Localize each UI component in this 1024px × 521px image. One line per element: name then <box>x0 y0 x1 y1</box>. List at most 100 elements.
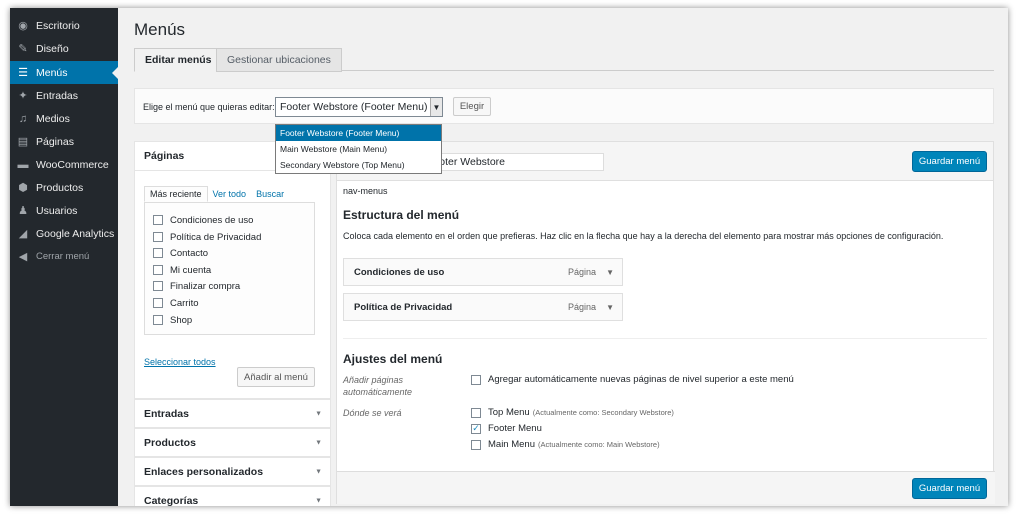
menu-item[interactable]: Política de Privacidad Página ▼ <box>343 293 623 321</box>
location-checkbox[interactable]: ✓ <box>471 423 481 434</box>
pages-tabs: Más reciente Ver todo Buscar <box>144 186 289 202</box>
list-item-label: Política de Privacidad <box>170 231 262 243</box>
menu-item-type: Página <box>567 267 596 277</box>
sidebar-item-medios[interactable]: ♫ Medios <box>10 107 118 130</box>
pin-icon: ✦ <box>18 90 28 102</box>
menu-footer: Guardar menú <box>337 471 995 504</box>
location-name: Footer Menu <box>488 423 542 434</box>
list-item[interactable]: Contacto <box>153 246 208 260</box>
collapse-menu-button[interactable]: ◀ Cerrar menú <box>10 245 118 268</box>
checkbox[interactable] <box>153 248 163 258</box>
brush-icon: ✎ <box>18 43 28 55</box>
list-item-label: Shop <box>170 314 193 326</box>
tab-bar: Editar menús Gestionar ubicaciones <box>134 46 994 72</box>
menu-select-value: Footer Webstore (Footer Menu) <box>280 101 428 113</box>
admin-sidebar: ◉ Escritorio ✎ Diseño ☰ Menús ✦ Entradas… <box>10 8 118 506</box>
location-footer-menu[interactable]: ✓ Footer Menu <box>471 423 542 434</box>
categorias-panel-header[interactable]: Categorías ▼ <box>134 486 331 506</box>
tab-mas-reciente[interactable]: Más reciente <box>144 186 208 202</box>
location-main-menu[interactable]: Main Menu (Actualmente como: Main Websto… <box>471 439 660 450</box>
panel-title: Categorías <box>144 494 199 507</box>
menu-name-input[interactable]: Footer Webstore <box>422 153 604 171</box>
collapse-menu-label: Cerrar menú <box>36 251 90 262</box>
list-item[interactable]: Política de Privacidad <box>153 230 261 244</box>
list-item[interactable]: Finalizar compra <box>153 279 240 293</box>
checkbox[interactable] <box>153 281 163 291</box>
structure-heading: Estructura del menú <box>343 208 460 222</box>
collapse-icon: ◀ <box>18 251 28 263</box>
location-checkbox[interactable] <box>471 439 481 450</box>
location-label: Dónde se verá <box>343 408 402 418</box>
sidebar-item-label: Entradas <box>36 89 79 102</box>
menu-item-type: Página <box>567 302 596 312</box>
add-to-menu-button[interactable]: Añadir al menú <box>237 367 315 387</box>
sidebar-item-usuarios[interactable]: ♟ Usuarios <box>10 199 118 222</box>
checkbox[interactable] <box>153 215 163 225</box>
menu-icon: ☰ <box>18 67 28 79</box>
sidebar-item-label: Usuarios <box>36 204 78 217</box>
sidebar-item-woocommerce[interactable]: ▬ WooCommerce <box>10 153 118 176</box>
structure-description: Coloca cada elemento en el orden que pre… <box>343 231 944 241</box>
auto-add-option[interactable]: Agregar automáticamente nuevas páginas d… <box>471 374 794 385</box>
location-top-menu[interactable]: Top Menu (Actualmente como: Secondary We… <box>471 407 674 418</box>
sidebar-item-escritorio[interactable]: ◉ Escritorio <box>10 14 118 37</box>
menu-structure-box: nav-menus Estructura del menú Coloca cad… <box>336 181 995 504</box>
sidebar-item-google-analytics[interactable]: ◢ Google Analytics <box>10 222 118 245</box>
sidebar-item-label: Páginas <box>36 135 74 148</box>
tab-buscar[interactable]: Buscar <box>251 186 289 202</box>
list-item[interactable]: Carrito <box>153 296 199 310</box>
sidebar-item-label: Google Analytics <box>36 227 115 240</box>
dropdown-option[interactable]: Secondary Webstore (Top Menu) <box>276 157 441 173</box>
sidebar-item-label: Diseño <box>36 42 69 55</box>
location-checkbox[interactable] <box>471 407 481 418</box>
sidebar-item-diseno[interactable]: ✎ Diseño <box>10 37 118 60</box>
enlaces-panel-header[interactable]: Enlaces personalizados ▼ <box>134 457 331 486</box>
auto-add-checkbox[interactable] <box>471 374 481 385</box>
select-all-link[interactable]: Seleccionar todos <box>144 357 216 367</box>
checkbox[interactable] <box>153 265 163 275</box>
checkbox[interactable] <box>153 298 163 308</box>
sidebar-item-entradas[interactable]: ✦ Entradas <box>10 84 118 107</box>
tab-gestionar-ubicaciones[interactable]: Gestionar ubicaciones <box>216 48 342 72</box>
add-items-column: Páginas Más reciente Ver todo Buscar Con… <box>134 141 331 506</box>
checkbox[interactable] <box>153 232 163 242</box>
productos-panel-header[interactable]: Productos ▼ <box>134 428 331 457</box>
menu-select-label: Elige el menú que quieras editar: <box>143 102 275 112</box>
list-item[interactable]: Mi cuenta <box>153 263 211 277</box>
nav-menus-id: nav-menus <box>343 186 388 196</box>
sidebar-item-productos[interactable]: ⬢ Productos <box>10 176 118 199</box>
chevron-down-icon[interactable]: ▼ <box>606 303 614 312</box>
save-menu-button-top[interactable]: Guardar menú <box>912 151 987 172</box>
checkbox[interactable] <box>153 315 163 325</box>
settings-heading: Ajustes del menú <box>343 352 443 366</box>
entradas-panel-header[interactable]: Entradas ▼ <box>134 399 331 428</box>
page-title: Menús <box>134 20 186 39</box>
sidebar-item-label: Productos <box>36 181 84 194</box>
menu-select-bar: Elige el menú que quieras editar: Footer… <box>134 88 994 124</box>
location-note: (Actualmente como: Main Webstore) <box>538 440 660 449</box>
sidebar-item-paginas[interactable]: ▤ Páginas <box>10 130 118 153</box>
location-name: Main Menu <box>488 439 535 450</box>
list-item[interactable]: Condiciones de uso <box>153 213 253 227</box>
chevron-down-icon: ▼ <box>315 410 322 417</box>
list-item[interactable]: Shop <box>153 313 192 327</box>
dropdown-option[interactable]: Main Webstore (Main Menu) <box>276 141 441 157</box>
dropdown-option[interactable]: Footer Webstore (Footer Menu) <box>276 125 441 141</box>
auto-add-text: Agregar automáticamente nuevas páginas d… <box>488 374 794 385</box>
menu-select[interactable]: Footer Webstore (Footer Menu) ▼ <box>275 97 443 117</box>
elegir-button[interactable]: Elegir <box>453 97 491 116</box>
tab-editar-menus[interactable]: Editar menús <box>134 48 223 72</box>
location-name: Top Menu <box>488 407 530 418</box>
sidebar-item-menus[interactable]: ☰ Menús <box>10 61 118 84</box>
tab-ver-todo[interactable]: Ver todo <box>208 186 252 202</box>
menu-item-label: Condiciones de uso <box>354 266 445 278</box>
chevron-down-icon[interactable]: ▼ <box>606 268 614 277</box>
pages-icon: ▤ <box>17 136 29 148</box>
sidebar-item-label: Menús <box>36 66 68 79</box>
analytics-icon: ◢ <box>18 228 28 240</box>
save-menu-button-bottom[interactable]: Guardar menú <box>912 478 987 499</box>
list-item-label: Condiciones de uso <box>170 214 254 226</box>
panel-title: Productos <box>144 436 196 449</box>
menu-item[interactable]: Condiciones de uso Página ▼ <box>343 258 623 286</box>
chevron-down-icon[interactable]: ▼ <box>430 98 442 116</box>
